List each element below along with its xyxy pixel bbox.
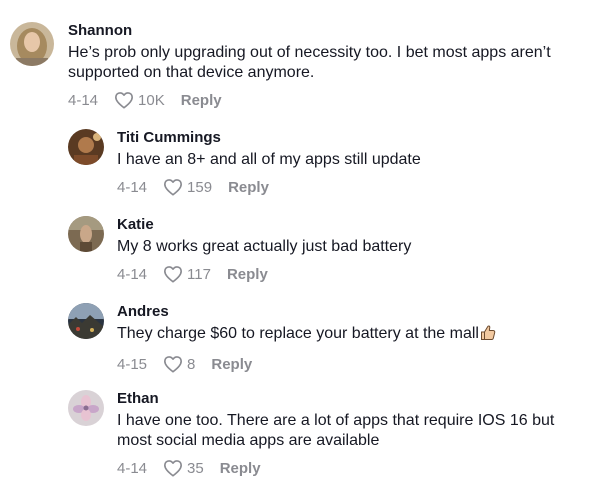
comment-meta: 4-14 117 Reply: [117, 264, 587, 284]
avatar-photo-icon: [68, 390, 104, 426]
heart-icon: [164, 179, 183, 196]
heart-icon: [164, 266, 183, 283]
comment-date: 4-15: [117, 355, 148, 373]
comment-katie: Katie My 8 works great actually just bad…: [68, 216, 587, 284]
comment-titi-cummings: Titi Cummings I have an 8+ and all of my…: [68, 129, 587, 197]
heart-icon: [164, 460, 183, 477]
comment-username[interactable]: Andres: [117, 303, 587, 321]
reply-button[interactable]: Reply: [220, 460, 261, 477]
comment-text: They charge $60 to replace your battery …: [117, 325, 479, 342]
avatar-photo-icon: [68, 303, 104, 339]
avatar[interactable]: [68, 390, 104, 426]
heart-icon: [164, 356, 183, 373]
comment-date: 4-14: [68, 91, 99, 109]
comment-meta: 4-15 8 Reply: [117, 354, 587, 374]
like-count: 10K: [138, 91, 165, 109]
thumbs-up-emoji-icon: [480, 324, 496, 347]
comment-text: I have one too. There are a lot of apps …: [117, 412, 555, 449]
avatar-photo-icon: [10, 22, 54, 66]
comment-date: 4-14: [117, 178, 148, 196]
avatar[interactable]: [10, 22, 54, 66]
comment-andres: Andres They charge $60 to replace your b…: [68, 303, 587, 374]
comment-text: He’s prob only upgrading out of necessit…: [68, 44, 551, 81]
comment-date: 4-14: [117, 265, 148, 283]
heart-icon: [115, 92, 134, 109]
like-count: 8: [187, 355, 196, 373]
avatar[interactable]: [68, 303, 104, 339]
reply-button[interactable]: Reply: [227, 266, 268, 283]
comment-meta: 4-14 35 Reply: [117, 458, 587, 478]
like-count: 35: [187, 459, 204, 477]
comment-meta: 4-14 10K Reply: [68, 90, 588, 110]
avatar-photo-icon: [68, 129, 104, 165]
comment-date: 4-14: [117, 459, 148, 477]
reply-button[interactable]: Reply: [228, 179, 269, 196]
like-button[interactable]: 117: [163, 265, 211, 283]
comment-text: My 8 works great actually just bad batte…: [117, 238, 412, 255]
like-button[interactable]: 35: [163, 459, 204, 477]
reply-button[interactable]: Reply: [211, 356, 252, 373]
comment-text: I have an 8+ and all of my apps still up…: [117, 151, 421, 168]
comment-ethan: Ethan I have one too. There are a lot of…: [68, 390, 587, 478]
comment-text-row: They charge $60 to replace your battery …: [117, 324, 587, 347]
like-count: 117: [187, 265, 211, 283]
comment-username[interactable]: Titi Cummings: [117, 129, 587, 147]
like-button[interactable]: 159: [163, 178, 212, 196]
comment-username[interactable]: Ethan: [117, 390, 587, 408]
reply-button[interactable]: Reply: [181, 92, 222, 109]
like-button[interactable]: 8: [163, 355, 195, 373]
avatar[interactable]: [68, 216, 104, 252]
comment-meta: 4-14 159 Reply: [117, 177, 587, 197]
like-button[interactable]: 10K: [114, 91, 165, 109]
like-count: 159: [187, 178, 213, 196]
avatar-photo-icon: [68, 216, 104, 252]
comment-username[interactable]: Katie: [117, 216, 587, 234]
comment-username[interactable]: Shannon: [68, 22, 588, 40]
comment-shannon: Shannon He’s prob only upgrading out of …: [10, 22, 588, 110]
avatar[interactable]: [68, 129, 104, 165]
